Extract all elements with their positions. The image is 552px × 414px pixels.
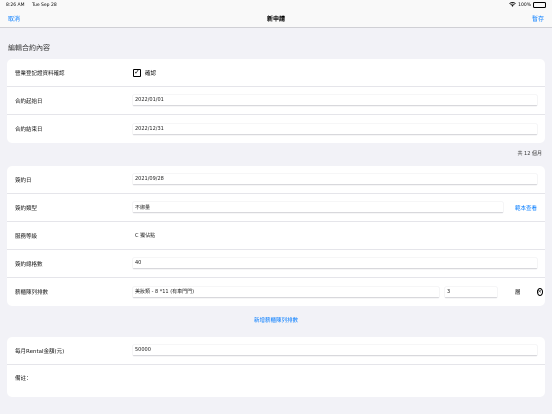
page-title: 新申請 [266,16,285,23]
end-date-row: 合約結束日 2022/12/31 [7,115,545,143]
status-left: 8:26 AM Tue Sep 28 [6,3,63,8]
rental-field[interactable]: 50000 [133,345,537,356]
contract-dates-card: 營業登記證資料確認 ✓ 確認 合約起始日 2022/01/01 合約結束日 20… [7,59,545,143]
end-date-field[interactable]: 2022/12/31 [133,123,537,135]
sign-date-label: 簽約日 [15,177,32,184]
save-draft-button[interactable]: 暫存 [532,14,544,23]
end-date-label: 合約結束日 [15,127,43,133]
status-time: 8:26 AM [6,2,25,8]
cancel-button[interactable]: 取消 [8,14,20,23]
cabinet-type-field[interactable]: 美妝類 - 8 *11 (有車門門) [133,286,439,298]
service-level-value: C 獨佔點 [135,233,156,239]
cabinet-row: 薪櫃陳列排數 美妝類 - 8 *11 (有車門門) 3 層 ✕ [7,278,545,306]
add-cabinet-button[interactable]: 新增薪櫃陳列排數 [0,306,552,337]
verify-check-label: 確認 [145,70,157,77]
sign-date-field[interactable]: 2021/09/28 [133,174,537,185]
section-title: 編輯合約內容 [8,44,50,52]
start-date-label: 合約起始日 [15,98,43,105]
battery-percent: 100% [518,2,531,8]
cabinet-qty-field[interactable]: 3 [445,286,497,298]
start-date-row: 合約起始日 2022/01/01 [7,87,545,115]
wifi-icon [509,1,516,9]
service-level-row: 服務等級 C 獨佔點 [7,222,545,250]
total-slots-field[interactable]: 40 [133,258,537,269]
contract-details-card: 簽約日 2021/09/28 簽約類型 不綁量 範本查看 服務等級 C 獨佔點 … [7,166,545,306]
contract-type-row: 簽約類型 不綁量 範本查看 [7,194,545,222]
start-date-field[interactable]: 2022/01/01 [133,95,537,106]
verify-label: 營業登記證資料確認 [15,70,65,77]
verify-checkbox-wrap[interactable]: ✓ 確認 [133,68,157,77]
cabinet-label: 薪櫃陳列排數 [15,290,49,296]
notes-row[interactable]: 備註： [7,365,545,397]
rental-card: 每月Rental金額(元) 50000 備註： [7,337,545,397]
total-slots-row: 簽約總格數 40 [7,250,545,278]
nav-bar: 取消 新申請 暫存 [0,10,552,28]
status-date: Tue Sep 28 [31,2,57,8]
total-slots-label: 簽約總格數 [15,261,43,268]
cabinet-unit: 層 [515,290,521,296]
rental-label: 每月Rental金額(元) [15,348,65,355]
remove-circle-icon[interactable]: ✕ [536,288,543,296]
notes-label: 備註： [15,376,32,382]
sign-date-row: 簽約日 2021/09/28 [7,166,545,194]
rental-row: 每月Rental金額(元) 50000 [7,337,545,365]
service-level-label: 服務等級 [15,233,38,240]
status-right: 100% [509,1,546,9]
checkbox-checked-icon[interactable]: ✓ [133,68,141,77]
battery-icon [533,2,546,8]
contract-type-field[interactable]: 不綁量 [133,202,503,213]
view-template-link[interactable]: 範本查看 [515,204,537,212]
status-bar: 8:26 AM Tue Sep 28 100% [0,0,552,10]
contract-type-label: 簽約類型 [15,205,38,212]
months-note: 共 12 個月 [517,151,542,157]
verify-row: 營業登記證資料確認 ✓ 確認 [7,59,545,87]
